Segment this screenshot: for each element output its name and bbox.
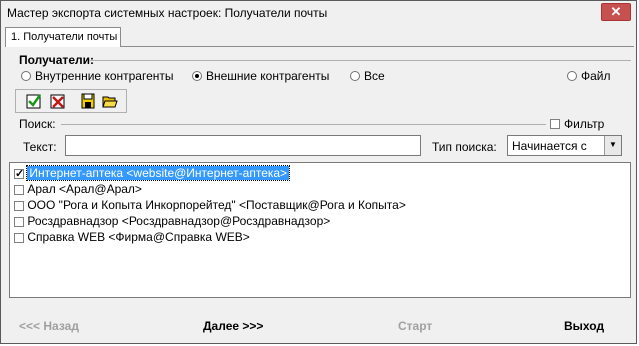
list-item[interactable]: Росздравнадзор <Росздравнадзор@Росздравн…	[14, 213, 330, 229]
list-item-label: Справка WEB <Фирма@Справка WEB>	[27, 230, 250, 244]
search-text-input[interactable]	[65, 135, 421, 156]
search-type-label: Тип поиска:	[432, 140, 497, 154]
list-item[interactable]: Справка WEB <Фирма@Справка WEB>	[14, 229, 250, 245]
recipients-group-label: Получатели:	[19, 53, 94, 67]
start-button[interactable]: Старт	[398, 319, 432, 333]
list-item-label: ООО "Рога и Копыта Инкорпорейтед" <Поста…	[27, 198, 406, 212]
radio-file[interactable]: Файл	[567, 69, 611, 83]
list-item[interactable]: Интернет-аптека <website@Интернет-аптека…	[14, 165, 291, 182]
radio-external[interactable]: Внешние контрагенты	[192, 69, 329, 83]
search-type-value: Начинается с	[512, 139, 587, 153]
uncheck-all-icon[interactable]	[50, 93, 66, 109]
item-checkbox[interactable]	[14, 216, 24, 227]
search-type-select[interactable]: Начинается с ▼	[507, 135, 622, 156]
title-bar[interactable]: Мастер экспорта системных настроек: Полу…	[1, 1, 636, 25]
radio-dot	[350, 71, 360, 81]
list-toolbar	[15, 89, 127, 113]
exit-button[interactable]: Выход	[564, 319, 604, 333]
item-checkbox[interactable]	[14, 200, 24, 211]
filter-checkbox-box	[550, 119, 560, 129]
radio-dot	[567, 71, 577, 81]
window-title: Мастер экспорта системных настроек: Полу…	[7, 6, 328, 20]
radio-all-label: Все	[364, 69, 385, 83]
list-item-label: Интернет-аптека <website@Интернет-аптека…	[26, 165, 291, 181]
radio-internal-label: Внутренние контрагенты	[35, 69, 174, 83]
close-button[interactable]: ✕	[601, 3, 631, 21]
radio-all[interactable]: Все	[350, 69, 385, 83]
tab-recipients[interactable]: 1. Получатели почты	[5, 27, 121, 47]
chevron-down-icon: ▼	[604, 136, 621, 155]
list-item-label: Росздравнадзор <Росздравнадзор@Росздравн…	[27, 214, 331, 228]
search-group-line	[61, 124, 546, 125]
list-item[interactable]: Арал <Арал@Арал>	[14, 181, 142, 197]
check-all-icon[interactable]	[26, 93, 42, 109]
radio-dot	[21, 71, 31, 81]
tab-divider	[121, 46, 634, 47]
search-group-label: Поиск:	[19, 117, 56, 131]
recipients-group-line	[89, 60, 631, 61]
item-checkbox[interactable]	[14, 166, 24, 182]
recipient-list[interactable]: Интернет-аптека <website@Интернет-аптека…	[9, 162, 631, 298]
item-checkbox[interactable]	[14, 184, 24, 195]
list-item[interactable]: ООО "Рога и Копыта Инкорпорейтед" <Поста…	[14, 197, 406, 213]
item-checkbox[interactable]	[14, 232, 24, 243]
open-folder-icon[interactable]	[102, 93, 118, 109]
text-label: Текст:	[23, 140, 57, 154]
save-icon[interactable]	[80, 93, 96, 109]
back-button[interactable]: <<< Назад	[19, 319, 79, 333]
radio-internal[interactable]: Внутренние контрагенты	[21, 69, 174, 83]
filter-label: Фильтр	[564, 117, 605, 131]
radio-external-label: Внешние контрагенты	[206, 69, 330, 83]
list-item-label: Арал <Арал@Арал>	[27, 182, 142, 196]
export-wizard-window: Мастер экспорта системных настроек: Полу…	[0, 0, 637, 344]
radio-dot-selected	[192, 71, 202, 81]
filter-checkbox[interactable]: Фильтр	[550, 117, 604, 131]
next-button[interactable]: Далее >>>	[203, 319, 263, 333]
radio-file-label: Файл	[581, 69, 611, 83]
